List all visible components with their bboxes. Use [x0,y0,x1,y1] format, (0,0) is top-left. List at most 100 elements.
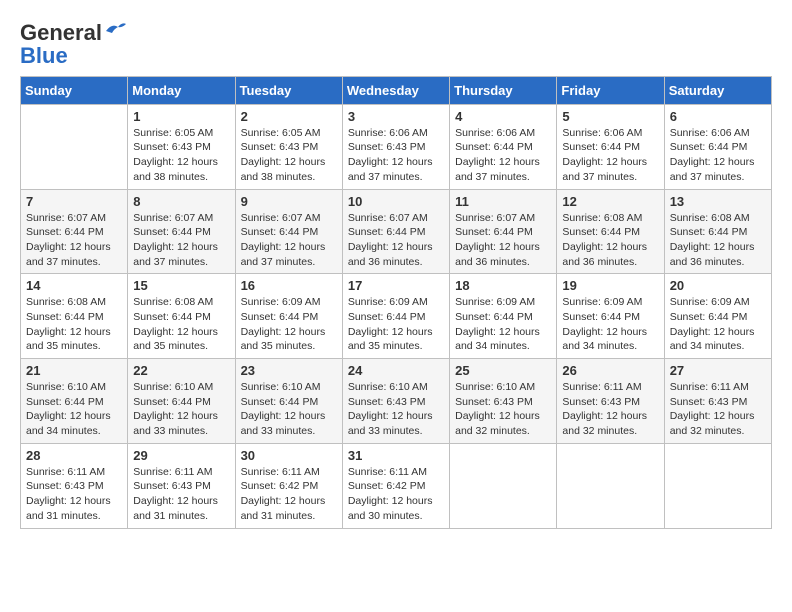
calendar-cell: 12 Sunrise: 6:08 AMSunset: 6:44 PMDayligh… [557,189,664,274]
calendar-cell: 31 Sunrise: 6:11 AMSunset: 6:42 PMDayligh… [342,443,449,528]
day-number: 2 [241,109,337,124]
cell-info: Sunrise: 6:11 AMSunset: 6:43 PMDaylight:… [133,465,229,524]
calendar-cell: 30 Sunrise: 6:11 AMSunset: 6:42 PMDayligh… [235,443,342,528]
calendar-cell: 13 Sunrise: 6:08 AMSunset: 6:44 PMDayligh… [664,189,771,274]
calendar-cell: 15 Sunrise: 6:08 AMSunset: 6:44 PMDayligh… [128,274,235,359]
logo-bird-icon [104,21,126,39]
cell-info: Sunrise: 6:10 AMSunset: 6:44 PMDaylight:… [26,380,122,439]
calendar-table: SundayMondayTuesdayWednesdayThursdayFrid… [20,76,772,529]
cell-info: Sunrise: 6:05 AMSunset: 6:43 PMDaylight:… [241,126,337,185]
logo-blue-text: Blue [20,46,68,66]
day-number: 23 [241,363,337,378]
calendar-cell: 18 Sunrise: 6:09 AMSunset: 6:44 PMDayligh… [450,274,557,359]
calendar-cell: 5 Sunrise: 6:06 AMSunset: 6:44 PMDaylight… [557,104,664,189]
day-number: 26 [562,363,658,378]
calendar-cell: 28 Sunrise: 6:11 AMSunset: 6:43 PMDayligh… [21,443,128,528]
day-number: 22 [133,363,229,378]
cell-info: Sunrise: 6:09 AMSunset: 6:44 PMDaylight:… [241,295,337,354]
day-number: 3 [348,109,444,124]
day-number: 13 [670,194,766,209]
cell-info: Sunrise: 6:05 AMSunset: 6:43 PMDaylight:… [133,126,229,185]
cell-info: Sunrise: 6:11 AMSunset: 6:43 PMDaylight:… [562,380,658,439]
calendar-cell: 27 Sunrise: 6:11 AMSunset: 6:43 PMDayligh… [664,359,771,444]
cell-info: Sunrise: 6:09 AMSunset: 6:44 PMDaylight:… [348,295,444,354]
calendar-cell: 17 Sunrise: 6:09 AMSunset: 6:44 PMDayligh… [342,274,449,359]
calendar-cell: 19 Sunrise: 6:09 AMSunset: 6:44 PMDayligh… [557,274,664,359]
cell-info: Sunrise: 6:08 AMSunset: 6:44 PMDaylight:… [670,211,766,270]
cell-info: Sunrise: 6:08 AMSunset: 6:44 PMDaylight:… [26,295,122,354]
day-number: 18 [455,278,551,293]
calendar-week-5: 28 Sunrise: 6:11 AMSunset: 6:43 PMDayligh… [21,443,772,528]
cell-info: Sunrise: 6:11 AMSunset: 6:43 PMDaylight:… [670,380,766,439]
calendar-cell: 29Sunrise: 6:11 AMSunset: 6:43 PMDayligh… [128,443,235,528]
cell-info: Sunrise: 6:11 AMSunset: 6:42 PMDaylight:… [348,465,444,524]
day-number: 10 [348,194,444,209]
cell-info: Sunrise: 6:06 AMSunset: 6:44 PMDaylight:… [562,126,658,185]
logo: General Blue [20,20,126,66]
day-number: 20 [670,278,766,293]
day-number: 4 [455,109,551,124]
day-number: 30 [241,448,337,463]
day-header-friday: Friday [557,76,664,104]
calendar-cell: 3Sunrise: 6:06 AMSunset: 6:43 PMDaylight… [342,104,449,189]
cell-info: Sunrise: 6:07 AMSunset: 6:44 PMDaylight:… [348,211,444,270]
calendar-cell: 7 Sunrise: 6:07 AMSunset: 6:44 PMDaylight… [21,189,128,274]
cell-info: Sunrise: 6:07 AMSunset: 6:44 PMDaylight:… [26,211,122,270]
day-number: 5 [562,109,658,124]
day-header-saturday: Saturday [664,76,771,104]
day-number: 9 [241,194,337,209]
cell-info: Sunrise: 6:09 AMSunset: 6:44 PMDaylight:… [455,295,551,354]
calendar-week-3: 14Sunrise: 6:08 AMSunset: 6:44 PMDayligh… [21,274,772,359]
day-number: 27 [670,363,766,378]
day-number: 16 [241,278,337,293]
calendar-cell: 25 Sunrise: 6:10 AMSunset: 6:43 PMDayligh… [450,359,557,444]
calendar-week-2: 7 Sunrise: 6:07 AMSunset: 6:44 PMDaylight… [21,189,772,274]
cell-info: Sunrise: 6:10 AMSunset: 6:43 PMDaylight:… [455,380,551,439]
day-number: 31 [348,448,444,463]
calendar-cell: 10 Sunrise: 6:07 AMSunset: 6:44 PMDayligh… [342,189,449,274]
day-number: 7 [26,194,122,209]
calendar-cell [557,443,664,528]
day-number: 6 [670,109,766,124]
day-number: 15 [133,278,229,293]
day-number: 25 [455,363,551,378]
cell-info: Sunrise: 6:10 AMSunset: 6:44 PMDaylight:… [133,380,229,439]
day-number: 28 [26,448,122,463]
calendar-cell: 23Sunrise: 6:10 AMSunset: 6:44 PMDayligh… [235,359,342,444]
cell-info: Sunrise: 6:10 AMSunset: 6:43 PMDaylight:… [348,380,444,439]
calendar-cell: 26 Sunrise: 6:11 AMSunset: 6:43 PMDayligh… [557,359,664,444]
day-header-thursday: Thursday [450,76,557,104]
cell-info: Sunrise: 6:11 AMSunset: 6:42 PMDaylight:… [241,465,337,524]
calendar-week-1: 1Sunrise: 6:05 AMSunset: 6:43 PMDaylight… [21,104,772,189]
cell-info: Sunrise: 6:09 AMSunset: 6:44 PMDaylight:… [670,295,766,354]
page-header: General Blue [20,20,772,66]
cell-info: Sunrise: 6:07 AMSunset: 6:44 PMDaylight:… [241,211,337,270]
day-number: 12 [562,194,658,209]
cell-info: Sunrise: 6:08 AMSunset: 6:44 PMDaylight:… [133,295,229,354]
day-number: 11 [455,194,551,209]
calendar-cell: 11Sunrise: 6:07 AMSunset: 6:44 PMDayligh… [450,189,557,274]
day-number: 24 [348,363,444,378]
day-number: 8 [133,194,229,209]
calendar-cell: 9 Sunrise: 6:07 AMSunset: 6:44 PMDaylight… [235,189,342,274]
calendar-cell: 8Sunrise: 6:07 AMSunset: 6:44 PMDaylight… [128,189,235,274]
calendar-cell [664,443,771,528]
cell-info: Sunrise: 6:06 AMSunset: 6:44 PMDaylight:… [670,126,766,185]
day-number: 17 [348,278,444,293]
calendar-cell [21,104,128,189]
calendar-cell: 2 Sunrise: 6:05 AMSunset: 6:43 PMDaylight… [235,104,342,189]
calendar-cell: 14Sunrise: 6:08 AMSunset: 6:44 PMDayligh… [21,274,128,359]
calendar-cell: 1Sunrise: 6:05 AMSunset: 6:43 PMDaylight… [128,104,235,189]
calendar-header-row: SundayMondayTuesdayWednesdayThursdayFrid… [21,76,772,104]
cell-info: Sunrise: 6:11 AMSunset: 6:43 PMDaylight:… [26,465,122,524]
day-header-wednesday: Wednesday [342,76,449,104]
day-header-monday: Monday [128,76,235,104]
day-header-tuesday: Tuesday [235,76,342,104]
day-number: 21 [26,363,122,378]
calendar-cell: 22 Sunrise: 6:10 AMSunset: 6:44 PMDayligh… [128,359,235,444]
cell-info: Sunrise: 6:09 AMSunset: 6:44 PMDaylight:… [562,295,658,354]
cell-info: Sunrise: 6:06 AMSunset: 6:44 PMDaylight:… [455,126,551,185]
calendar-cell [450,443,557,528]
cell-info: Sunrise: 6:08 AMSunset: 6:44 PMDaylight:… [562,211,658,270]
day-number: 19 [562,278,658,293]
